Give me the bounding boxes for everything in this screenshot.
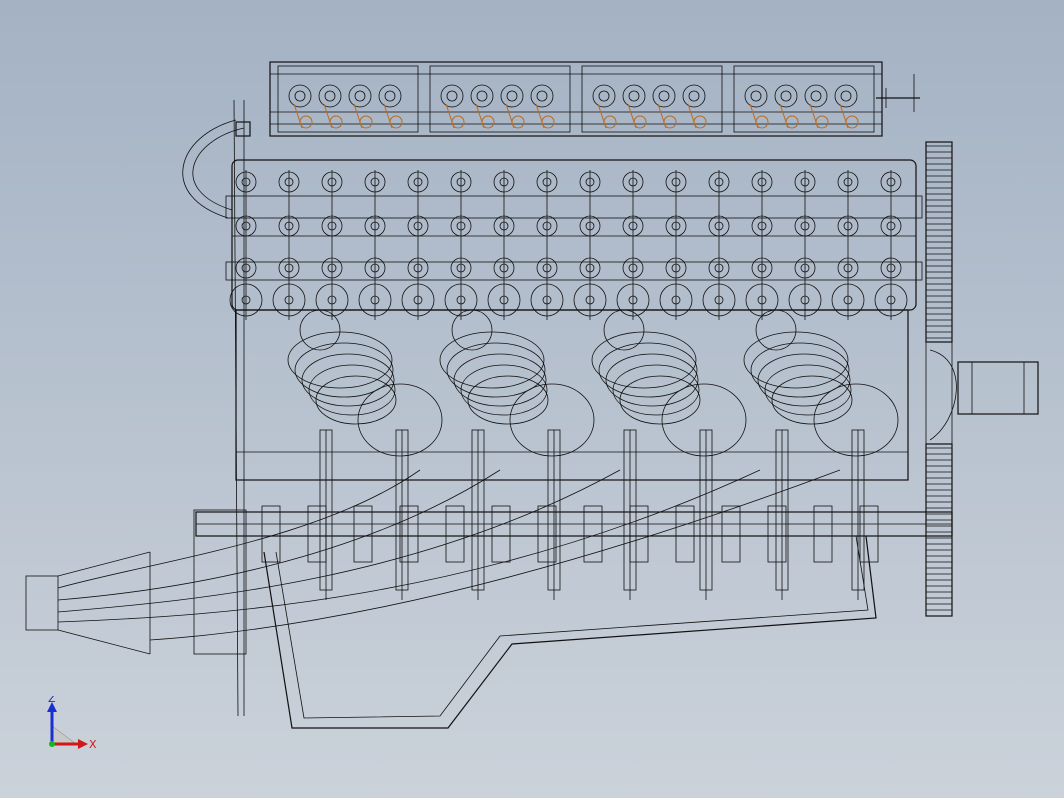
cylinder-bore [661, 383, 747, 457]
cam-cap [581, 65, 723, 133]
x-axis-label: X [89, 738, 97, 751]
engine-block [233, 99, 909, 717]
cam-journal-bore [780, 90, 792, 102]
orientation-triad[interactable]: Z X [36, 696, 106, 760]
z-axis-label: Z [48, 696, 56, 705]
connecting-rods [319, 429, 865, 600]
cam-journal [834, 84, 858, 108]
cam-journal-bore [446, 90, 458, 102]
valve-train [229, 170, 908, 320]
engine-wireframe-drawing[interactable] [0, 0, 1064, 798]
piston-pin [451, 309, 493, 351]
triad-origin [49, 741, 55, 747]
piston-ring [771, 375, 853, 425]
piston-ring [612, 364, 700, 416]
cam-journal-bore [658, 90, 670, 102]
crank-web [307, 505, 327, 563]
crank-web [813, 505, 833, 563]
crank-web [767, 505, 787, 563]
cam-cap [277, 65, 419, 133]
camshaft-caps [277, 65, 875, 133]
intake-runners [25, 469, 841, 655]
cam-journal-bore [476, 90, 488, 102]
crank-web [537, 505, 557, 563]
cam-journal [592, 84, 616, 108]
coolant-hose [182, 119, 251, 219]
crankshaft-webs [261, 505, 879, 563]
cam-cap [429, 65, 571, 133]
flywheel-teeth [926, 145, 952, 611]
cam-journal [318, 84, 342, 108]
piston-pin [299, 309, 341, 351]
cam-journal [774, 84, 798, 108]
flywheel-ring-gear [925, 141, 953, 617]
cam-journal [500, 84, 524, 108]
cam-journal-bore [628, 90, 640, 102]
piston-ring [308, 364, 396, 416]
oil-pan [263, 535, 877, 729]
cam-journal [470, 84, 494, 108]
output-shaft [929, 349, 1039, 441]
cam-journal [378, 84, 402, 108]
cylinder-bore [357, 383, 443, 457]
cam-journal-bore [598, 90, 610, 102]
piston-ring [467, 375, 549, 425]
cam-journal-bore [324, 90, 336, 102]
cam-journal [744, 84, 768, 108]
cam-journal-bore [294, 90, 306, 102]
crank-web [675, 505, 695, 563]
cam-journal-bore [750, 90, 762, 102]
piston-ring [460, 364, 548, 416]
triad-plane [51, 725, 77, 745]
piston-pin [755, 309, 797, 351]
cam-journal [682, 84, 706, 108]
cam-journal-bore [688, 90, 700, 102]
crank-web [629, 505, 649, 563]
piston-pin [603, 309, 645, 351]
crank-web [859, 505, 879, 563]
cam-journal-bore [840, 90, 852, 102]
cam-journal [288, 84, 312, 108]
crank-web [445, 505, 465, 563]
cam-journal [530, 84, 554, 108]
cad-viewport[interactable]: Z X [0, 0, 1064, 798]
piston-ring [315, 375, 397, 425]
cam-journal-bore [506, 90, 518, 102]
cam-journal [348, 84, 372, 108]
cam-journal-bore [536, 90, 548, 102]
pistons [287, 309, 899, 457]
cam-journal [622, 84, 646, 108]
cam-journal-bore [384, 90, 396, 102]
cam-journal-bore [354, 90, 366, 102]
cam-journal [440, 84, 464, 108]
crank-web [721, 505, 741, 563]
cylinder-bore [509, 383, 595, 457]
piston-ring [619, 375, 701, 425]
x-axis-arrowhead [78, 739, 88, 749]
piston-ring [764, 364, 852, 416]
crank-web [353, 505, 373, 563]
cam-journal [652, 84, 676, 108]
crank-web [491, 505, 511, 563]
cylinder-bore [813, 383, 899, 457]
cam-journal-bore [810, 90, 822, 102]
cam-cap [733, 65, 875, 133]
cam-journal [804, 84, 828, 108]
cylinder-head [225, 159, 923, 311]
